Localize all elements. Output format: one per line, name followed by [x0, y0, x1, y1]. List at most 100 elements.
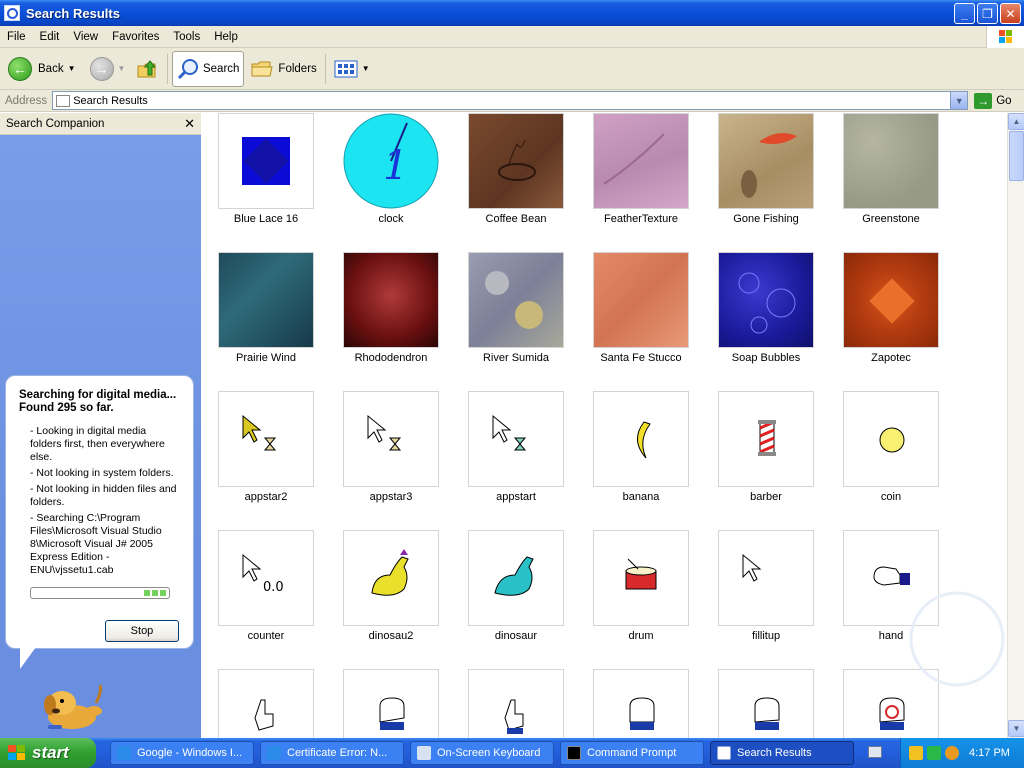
search-tray-icon[interactable] — [945, 746, 959, 760]
result-item[interactable]: drum — [576, 530, 701, 665]
result-item[interactable]: River Sumida — [451, 252, 576, 387]
blue-lace-thumbnail — [218, 113, 314, 209]
result-item[interactable] — [326, 669, 451, 738]
network-icon[interactable] — [927, 746, 941, 760]
result-item[interactable]: FeatherTexture — [576, 113, 701, 248]
ie-icon — [267, 746, 281, 760]
forward-dropdown-icon[interactable]: ▼ — [118, 64, 126, 73]
address-label: Address — [5, 94, 48, 107]
result-item[interactable] — [701, 669, 826, 738]
search-results-icon — [4, 5, 20, 21]
up-folder-button[interactable] — [131, 51, 163, 87]
result-label: appstar3 — [369, 491, 413, 503]
result-item[interactable]: 1 clock — [326, 113, 451, 248]
result-item[interactable]: appstar3 — [326, 391, 451, 526]
task-command-prompt[interactable]: Command Prompt — [560, 741, 704, 765]
result-item[interactable]: coin — [826, 391, 951, 526]
result-label: dinosau2 — [368, 630, 414, 642]
search-button[interactable]: Search — [172, 50, 245, 87]
menu-help[interactable]: Help — [207, 31, 245, 43]
security-shield-icon[interactable] — [909, 746, 923, 760]
menu-edit[interactable]: Edit — [33, 31, 67, 43]
close-button[interactable]: ✕ — [1000, 3, 1021, 24]
go-label: Go — [996, 94, 1012, 107]
dinosaur-thumbnail — [468, 530, 564, 626]
forward-button[interactable]: → ▼ — [86, 51, 130, 87]
task-label: Certificate Error: N... — [287, 747, 388, 759]
result-item[interactable]: Blue Lace 16 — [201, 113, 326, 248]
result-item[interactable] — [451, 669, 576, 738]
result-item[interactable]: Soap Bubbles — [701, 252, 826, 387]
back-arrow-icon: ← — [8, 56, 32, 81]
drum-thumbnail — [593, 530, 689, 626]
watermark-circle — [909, 591, 1005, 687]
search-companion-pane: Search Companion ✕ Searching for digital… — [0, 113, 201, 738]
result-label: appstart — [496, 491, 536, 503]
forward-arrow-icon: → — [89, 56, 114, 81]
result-item[interactable] — [201, 669, 326, 738]
back-dropdown-icon[interactable]: ▼ — [68, 64, 76, 73]
address-bar: Address Search Results ▼ → Go — [0, 90, 1024, 112]
result-item[interactable]: Zapotec — [826, 252, 951, 387]
scroll-down-icon[interactable]: ▼ — [1008, 720, 1024, 737]
result-label: barber — [750, 491, 782, 503]
scroll-thumb[interactable] — [1009, 131, 1024, 181]
search-status-line: - Not looking in hidden files and folder… — [30, 483, 177, 508]
result-item[interactable]: Coffee Bean — [451, 113, 576, 248]
result-item[interactable]: appstart — [451, 391, 576, 526]
views-dropdown-icon[interactable]: ▼ — [362, 64, 370, 73]
prairie-wind-thumbnail — [218, 252, 314, 348]
menu-tools[interactable]: Tools — [166, 31, 207, 43]
result-item[interactable]: 0.0 counter — [201, 530, 326, 665]
scroll-up-icon[interactable]: ▲ — [1008, 113, 1024, 130]
task-google[interactable]: Google - Windows I... — [110, 741, 254, 765]
address-field[interactable]: Search Results ▼ — [52, 91, 969, 110]
result-label: Blue Lace 16 — [233, 213, 299, 225]
result-item[interactable]: fillitup — [701, 530, 826, 665]
result-item[interactable] — [576, 669, 701, 738]
menu-view[interactable]: View — [66, 31, 105, 43]
result-item[interactable]: Greenstone — [826, 113, 951, 248]
menu-file[interactable]: File — [0, 31, 33, 43]
results-view: Blue Lace 16 1 clock Coffee Bean Feather… — [201, 113, 1007, 738]
river-sumida-thumbnail — [468, 252, 564, 348]
address-dropdown-icon[interactable]: ▼ — [950, 92, 968, 109]
companion-close-icon[interactable]: ✕ — [184, 116, 195, 132]
task-search-results[interactable]: Search Results — [710, 741, 854, 765]
result-item[interactable]: Rhododendron — [326, 252, 451, 387]
stop-button[interactable]: Stop — [105, 620, 179, 642]
result-item[interactable]: Prairie Wind — [201, 252, 326, 387]
result-item[interactable]: Santa Fe Stucco — [576, 252, 701, 387]
go-button[interactable]: → Go — [974, 92, 1012, 109]
go-arrow-icon: → — [974, 92, 993, 109]
result-item[interactable]: dinosaur — [451, 530, 576, 665]
views-button[interactable]: ▼ — [330, 51, 374, 87]
result-item[interactable]: Gone Fishing — [701, 113, 826, 248]
search-results-icon — [717, 746, 731, 760]
result-label: fillitup — [751, 630, 781, 642]
minimize-button[interactable]: _ — [954, 3, 975, 24]
start-button[interactable]: start — [0, 738, 96, 768]
result-label: counter — [247, 630, 285, 642]
result-label: appstar2 — [244, 491, 288, 503]
keyboard-tray-icon[interactable] — [868, 746, 882, 758]
result-item[interactable]: barber — [701, 391, 826, 526]
barber-thumbnail — [718, 391, 814, 487]
search-status-line: - Looking in digital media folders first… — [30, 425, 165, 463]
folders-button[interactable]: Folders — [246, 51, 320, 87]
back-button[interactable]: ← Back ▼ — [4, 51, 80, 87]
restore-button[interactable]: ❐ — [977, 3, 998, 24]
task-onscreen-keyboard[interactable]: On-Screen Keyboard — [410, 741, 554, 765]
result-item[interactable]: appstar2 — [201, 391, 326, 526]
menu-favorites[interactable]: Favorites — [105, 31, 166, 43]
results-scrollbar[interactable]: ▲ ▼ — [1007, 113, 1024, 738]
task-certificate-error[interactable]: Certificate Error: N... — [260, 741, 404, 765]
result-label: Prairie Wind — [236, 352, 296, 364]
result-label: Zapotec — [871, 352, 911, 364]
result-item[interactable]: banana — [576, 391, 701, 526]
result-label: Rhododendron — [354, 352, 428, 364]
window-controls: _ ❐ ✕ — [954, 3, 1021, 24]
result-label: Santa Fe Stucco — [600, 352, 682, 364]
hand-pointer-thumbnail — [218, 669, 314, 738]
result-item[interactable]: dinosau2 — [326, 530, 451, 665]
